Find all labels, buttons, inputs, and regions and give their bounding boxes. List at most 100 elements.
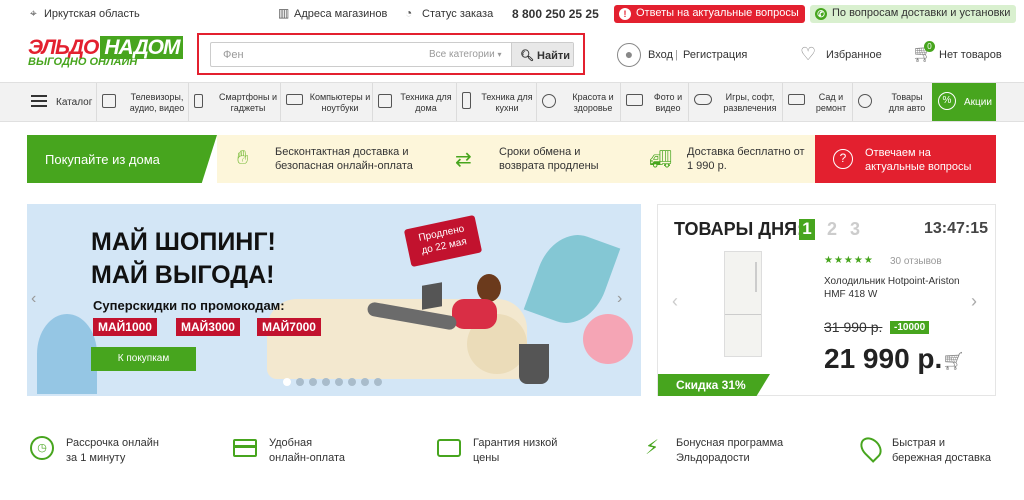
feature-line-1: Гарантия низкой	[473, 437, 558, 449]
banner-shop-button[interactable]: К покупкам	[91, 347, 196, 371]
deals-prev-arrow[interactable]: ‹	[672, 291, 678, 312]
category-beauty[interactable]: Красота и здоровье	[536, 83, 620, 121]
deals-widget: ТОВАРЫ ДНЯ: 1 2 3 13:47:15 ‹ › ★★★★★ 30 …	[657, 204, 996, 396]
favorites-link[interactable]: Избранное	[826, 49, 882, 61]
deals-page-3[interactable]: 3	[850, 219, 860, 240]
region-link[interactable]: Иркутская область	[44, 8, 140, 20]
category-label: Сад и ремонт	[815, 92, 847, 113]
carousel-dot[interactable]	[309, 378, 317, 386]
carousel-dot[interactable]	[335, 378, 343, 386]
carousel-dot[interactable]	[361, 378, 369, 386]
login-link[interactable]: Вход	[648, 49, 673, 61]
category-label: Телевизоры, аудио, видео	[129, 92, 185, 113]
register-link[interactable]: Регистрация	[683, 49, 747, 61]
stores-link[interactable]: Адреса магазинов	[294, 8, 387, 20]
hero-banner[interactable]: МАЙ ШОПИНГ! МАЙ ВЫГОДА! Суперскидки по п…	[27, 204, 641, 396]
banner-flower-right	[583, 314, 633, 364]
feature-line-2: цены	[473, 452, 500, 464]
category-computers[interactable]: Компьютеры и ноутбуки	[280, 83, 372, 121]
phone-number[interactable]: 8 800 250 25 25	[512, 7, 599, 21]
laptop-icon	[286, 94, 303, 105]
deals-next-arrow[interactable]: ›	[971, 291, 977, 312]
category-games[interactable]: Игры, софт, развлечения	[688, 83, 782, 121]
alert-link[interactable]: ! Ответы на актуальные вопросы	[614, 5, 805, 23]
category-photo[interactable]: Фото и видео	[620, 83, 688, 121]
promo-item-returns[interactable]: ⇄ Сроки обмена и возврата продлены	[443, 135, 631, 183]
category-label: Техника для дома	[400, 92, 452, 113]
promo-code: МАЙ1000	[93, 318, 157, 336]
feature-line-1: Бонусная программа	[676, 437, 784, 449]
discount-badge: -10000	[890, 321, 930, 334]
category-home[interactable]: Техника для дома	[372, 83, 456, 121]
promo-alert[interactable]: ? Отвечаем на актуальные вопросы	[815, 135, 996, 183]
promo-item-free-delivery[interactable]: 🚚︎ Доставка бесплатно от 1 990 р.	[631, 135, 815, 183]
feature-price-guarantee[interactable]: Гарантия низкой цены	[437, 436, 558, 466]
clock-icon: ◷	[30, 436, 54, 460]
rating-stars: ★★★★★	[824, 255, 874, 266]
promo-strip: Покупайте из дома ✋︎ Бесконтактная доста…	[27, 135, 996, 183]
carousel-dot[interactable]	[322, 378, 330, 386]
category-label: Компьютеры и ноутбуки	[309, 92, 371, 113]
question-icon: ?	[833, 149, 853, 169]
hamburger-icon	[31, 95, 47, 107]
feature-line-2: Эльдорадости	[676, 452, 750, 464]
promo-main[interactable]: Покупайте из дома	[27, 135, 217, 183]
card-icon	[233, 439, 257, 457]
deals-page-1[interactable]: 1	[799, 219, 815, 240]
carousel-dot[interactable]	[374, 378, 382, 386]
location-icon: ⌖	[30, 6, 37, 20]
category-label: Товары для авто	[888, 92, 926, 113]
category-auto[interactable]: Товары для авто	[852, 83, 932, 121]
category-garden[interactable]: Сад и ремонт	[782, 83, 852, 121]
discount-ribbon: Скидка 31%	[658, 374, 770, 396]
heart-icon[interactable]: ♡	[800, 44, 816, 65]
laptop-image	[422, 282, 442, 310]
banner-next-arrow[interactable]: ›	[617, 290, 622, 308]
alert-link-label: Ответы на актуальные вопросы	[636, 7, 799, 19]
whatsapp-icon: ✆	[815, 8, 827, 20]
feature-installment[interactable]: ◷ Рассрочка онлайн за 1 минуту	[30, 436, 159, 466]
category-tv[interactable]: Телевизоры, аудио, видео	[96, 83, 188, 121]
price: 21 990 р.	[824, 343, 943, 374]
fridge-image[interactable]	[724, 251, 762, 357]
reviews-count[interactable]: 30 отзывов	[890, 256, 942, 267]
feature-bonus[interactable]: ⚡︎ Бонусная программа Эльдорадости	[645, 436, 784, 466]
carousel-dot[interactable]	[348, 378, 356, 386]
banner-plant-left	[37, 314, 97, 394]
feature-line-1: Быстрая и	[892, 437, 946, 449]
carousel-dot[interactable]	[296, 378, 304, 386]
whatsapp-link-label: По вопросам доставки и установки	[832, 7, 1011, 19]
feature-line-1: Удобная	[269, 437, 313, 449]
product-name-1[interactable]: Холодильник Hotpoint-Ariston	[824, 276, 960, 287]
banner-prev-arrow[interactable]: ‹	[31, 290, 36, 308]
deals-page-2[interactable]: 2	[827, 219, 837, 240]
promo-alert-label: Отвечаем на актуальные вопросы	[865, 147, 972, 173]
camera-icon	[626, 94, 643, 106]
user-icon[interactable]: ●	[617, 43, 641, 67]
promo-item-label: Сроки обмена и возврата продлены	[499, 146, 599, 172]
sale-button[interactable]: % Акции	[932, 83, 996, 121]
search-button[interactable]: 🔍︎ Найти	[511, 43, 573, 66]
feature-line-2: за 1 минуту	[66, 452, 126, 464]
category-kitchen[interactable]: Техника для кухни	[456, 83, 536, 121]
promo-code: МАЙ3000	[176, 318, 240, 336]
percent-icon: %	[938, 92, 956, 110]
whatsapp-link[interactable]: ✆ По вопросам доставки и установки	[810, 5, 1017, 23]
add-to-cart-icon[interactable]: 🛒︎	[942, 351, 965, 372]
category-label: Техника для кухни	[481, 92, 533, 113]
product-name-2[interactable]: HMF 418 W	[824, 289, 877, 300]
search-input[interactable]: Фен	[223, 49, 244, 61]
order-status-link[interactable]: Статус заказа	[422, 8, 493, 20]
lightning-icon: ⚡︎	[644, 437, 660, 459]
cart-label[interactable]: Нет товаров	[939, 49, 1002, 61]
deals-title: ТОВАРЫ ДНЯ:	[674, 219, 804, 239]
banner-title-1: МАЙ ШОПИНГ!	[91, 228, 276, 256]
feature-payment[interactable]: Удобная онлайн-оплата	[233, 436, 345, 466]
feature-delivery[interactable]: Быстрая и бережная доставка	[856, 433, 991, 466]
carousel-dot[interactable]	[283, 378, 291, 386]
category-bar: Каталог Телевизоры, аудио, видео Смартфо…	[0, 82, 1024, 122]
promo-item-delivery[interactable]: ✋︎ Бесконтактная доставка и безопасная о…	[217, 135, 443, 183]
category-phones[interactable]: Смартфоны и гаджеты	[188, 83, 280, 121]
search-category-select[interactable]: Все категории ▾	[429, 49, 502, 60]
catalog-menu-button[interactable]: Каталог	[26, 83, 96, 121]
